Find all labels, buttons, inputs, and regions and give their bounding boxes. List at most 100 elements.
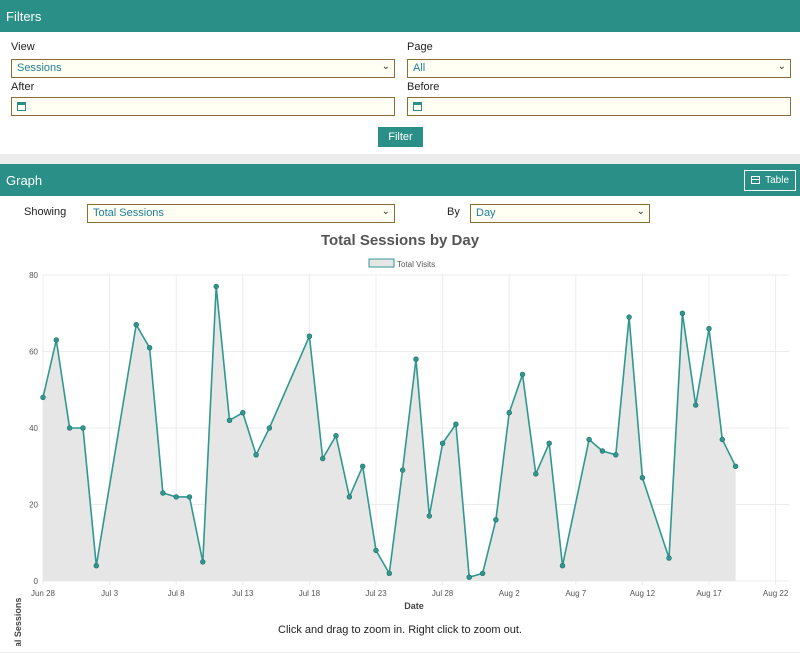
- data-point[interactable]: [253, 452, 259, 458]
- data-point[interactable]: [200, 559, 206, 565]
- data-point[interactable]: [346, 494, 353, 500]
- chevron-down-icon: ⌄: [636, 206, 645, 217]
- table-icon: [751, 176, 761, 184]
- y-tick-label: 60: [29, 348, 38, 357]
- data-point[interactable]: [466, 574, 472, 580]
- showing-label: Showing: [24, 206, 67, 218]
- data-point[interactable]: [160, 490, 166, 496]
- showing-select[interactable]: Total Sessions ⌄: [87, 204, 395, 223]
- data-point[interactable]: [439, 440, 446, 447]
- view-select-value: Sessions: [17, 62, 62, 74]
- data-point[interactable]: [732, 463, 739, 470]
- x-tick-label: Jul 28: [432, 589, 454, 598]
- data-point[interactable]: [719, 436, 725, 443]
- data-point[interactable]: [533, 471, 539, 477]
- view-label: View: [11, 41, 35, 53]
- data-point[interactable]: [213, 283, 219, 290]
- filters-header: Filters: [0, 0, 800, 32]
- y-tick-label: 80: [29, 271, 38, 280]
- sessions-chart[interactable]: Total Sessions by Day Total Visits 0 20 40…: [0, 226, 800, 646]
- data-point[interactable]: [93, 563, 100, 569]
- data-point[interactable]: [240, 410, 246, 416]
- data-point[interactable]: [493, 517, 499, 523]
- page-label: Page: [407, 41, 433, 53]
- data-point[interactable]: [399, 467, 406, 473]
- data-point[interactable]: [146, 344, 153, 351]
- data-point[interactable]: [453, 421, 459, 427]
- data-point[interactable]: [306, 333, 313, 339]
- data-point[interactable]: [546, 440, 552, 447]
- graph-header: Graph Table: [0, 164, 800, 196]
- x-tick-label: Jul 18: [299, 589, 321, 598]
- graph-title: Graph: [6, 172, 43, 188]
- filters-title: Filters: [6, 8, 42, 24]
- zoom-hint: Click and drag to zoom in. Right click t…: [278, 624, 522, 636]
- data-point[interactable]: [360, 463, 366, 470]
- filters-body: View Sessions ⌄ Page All ⌄ After Before …: [0, 32, 800, 154]
- data-point[interactable]: [666, 555, 672, 561]
- data-point[interactable]: [66, 425, 73, 431]
- graph-body: Showing Total Sessions ⌄ By Day ⌄ Total …: [0, 196, 800, 652]
- data-point[interactable]: [186, 494, 193, 500]
- calendar-icon: [17, 102, 26, 111]
- x-tick-label: Jul 13: [232, 589, 254, 598]
- before-date-input[interactable]: [407, 97, 791, 116]
- showing-select-value: Total Sessions: [93, 207, 164, 219]
- by-select-value: Day: [476, 207, 496, 219]
- table-button-label: Table: [765, 175, 789, 186]
- legend-label: Total Visits: [397, 260, 435, 269]
- data-point[interactable]: [559, 563, 566, 569]
- data-point[interactable]: [506, 410, 512, 416]
- graph-panel: Graph Table Showing Total Sessions ⌄ By …: [0, 164, 800, 652]
- series-area-fill: [43, 286, 736, 581]
- x-tick-label: Jul 23: [365, 589, 387, 598]
- y-tick-label: 0: [34, 577, 39, 586]
- data-point[interactable]: [333, 433, 339, 439]
- data-point[interactable]: [426, 513, 432, 519]
- data-point[interactable]: [80, 425, 86, 431]
- y-axis-ticks: 0 20 40 60 80: [29, 271, 38, 586]
- x-tick-label: Aug 7: [565, 589, 586, 598]
- data-point[interactable]: [639, 475, 646, 481]
- x-tick-label: Aug 22: [763, 589, 789, 598]
- data-point[interactable]: [706, 325, 712, 332]
- chevron-down-icon: ⌄: [777, 61, 786, 72]
- data-point[interactable]: [386, 570, 392, 577]
- y-tick-label: 20: [29, 501, 38, 510]
- chart-title: Total Sessions by Day: [321, 232, 480, 249]
- data-point[interactable]: [226, 417, 233, 424]
- data-point[interactable]: [692, 402, 699, 408]
- after-date-input[interactable]: [11, 97, 395, 116]
- data-point[interactable]: [266, 425, 273, 431]
- data-point[interactable]: [133, 321, 139, 328]
- page-select-value: All: [413, 62, 426, 74]
- data-point[interactable]: [519, 371, 526, 378]
- table-button[interactable]: Table: [744, 170, 796, 191]
- view-select[interactable]: Sessions ⌄: [11, 59, 395, 78]
- data-point[interactable]: [413, 356, 419, 362]
- data-point[interactable]: [173, 494, 179, 500]
- y-axis-label: Total Sessions: [13, 598, 23, 646]
- filter-button[interactable]: Filter: [378, 127, 423, 147]
- data-point[interactable]: [586, 436, 592, 443]
- chart-area: [42, 286, 737, 581]
- x-axis-label: Date: [404, 601, 424, 611]
- data-point[interactable]: [40, 394, 46, 401]
- data-point[interactable]: [373, 547, 379, 554]
- data-point[interactable]: [679, 310, 686, 317]
- x-axis-ticks: Jun 28 Jul 3 Jul 8 Jul 13 Jul 18 Jul 23 Jul 28…: [31, 589, 789, 598]
- data-point[interactable]: [626, 314, 632, 320]
- x-tick-label: Jul 8: [168, 589, 185, 598]
- chart-legend[interactable]: Total Visits: [368, 258, 435, 269]
- data-point[interactable]: [599, 448, 606, 454]
- y-tick-label: 40: [29, 424, 38, 433]
- by-select[interactable]: Day ⌄: [470, 204, 650, 223]
- data-point[interactable]: [320, 455, 326, 462]
- data-point[interactable]: [613, 452, 619, 458]
- chevron-down-icon: ⌄: [381, 61, 390, 72]
- data-point[interactable]: [53, 337, 59, 343]
- page-select[interactable]: All ⌄: [407, 59, 791, 78]
- data-point[interactable]: [479, 570, 486, 577]
- x-tick-label: Jul 3: [101, 589, 118, 598]
- x-tick-label: Aug 12: [630, 589, 656, 598]
